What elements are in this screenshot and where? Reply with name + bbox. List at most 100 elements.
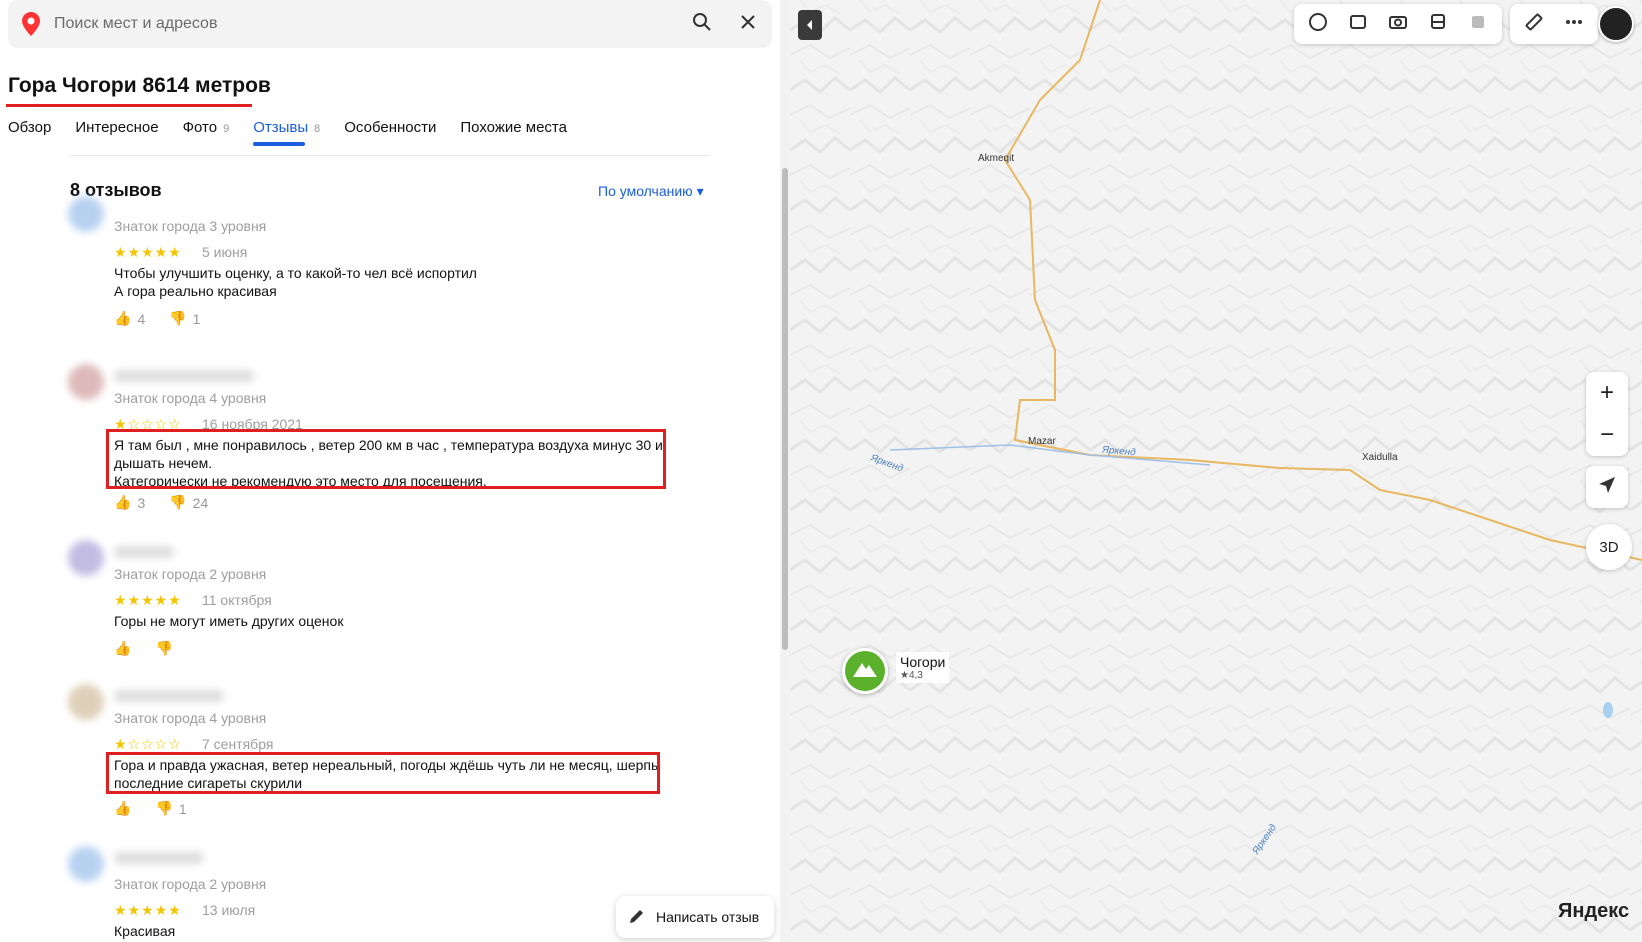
- author-name: [114, 852, 204, 864]
- scrollbar[interactable]: [780, 0, 790, 942]
- transit-button[interactable]: [1418, 4, 1458, 44]
- thumbs-down-icon: 👎: [155, 640, 173, 656]
- like-button[interactable]: 👍: [114, 800, 131, 817]
- dislike-count: 24: [192, 494, 209, 511]
- review-text-line: Красивая: [114, 923, 176, 939]
- divider: [70, 155, 710, 156]
- map-toolbar: [1294, 4, 1598, 44]
- thumbs-up-icon: 👍: [114, 310, 132, 326]
- tools-group: [1510, 4, 1598, 44]
- place-label-akmeqit: Akmeqit: [978, 153, 1015, 164]
- author-level: Знаток города 4 уровня: [114, 390, 267, 406]
- write-review-button[interactable]: Написать отзыв: [616, 896, 774, 938]
- thumbs-up-icon: 👍: [114, 494, 132, 510]
- author-name: [114, 370, 254, 382]
- close-button[interactable]: [732, 8, 764, 40]
- place-label-xaidulla: Xaidulla: [1362, 452, 1398, 463]
- review-item: Знаток города 3 уровня ★★★★★ 5 июня Чтоб…: [68, 196, 768, 348]
- marker-name: Чогори: [900, 654, 946, 670]
- review-date: 7 сентября: [202, 736, 274, 752]
- tab-similar[interactable]: Похожие места: [460, 118, 567, 148]
- like-count: 4: [137, 310, 146, 327]
- like-button[interactable]: 👍 3: [114, 494, 145, 511]
- zoom-in-button[interactable]: +: [1586, 372, 1628, 414]
- pencil-icon: [628, 907, 646, 928]
- votes: 👍 3 👎 24: [114, 494, 208, 511]
- title-underline: [6, 104, 252, 107]
- panorama-button[interactable]: [1338, 4, 1378, 44]
- thumbs-up-icon: 👍: [114, 640, 132, 656]
- zoom-out-button[interactable]: −: [1586, 414, 1628, 456]
- scrollbar-thumb[interactable]: [782, 168, 788, 650]
- tab-photo[interactable]: Фото 9: [183, 118, 230, 148]
- dislike-button[interactable]: 👎 1: [169, 310, 200, 327]
- votes: 👍 👎 1: [114, 800, 187, 817]
- rating-stars: ★★★★★: [114, 902, 182, 918]
- dislike-count: 1: [178, 800, 187, 817]
- tab-label: Особенности: [344, 119, 437, 136]
- map-view[interactable]: Akmeqit Mazar Xaidulla Яркенд Яркенд Ярк…: [790, 0, 1642, 942]
- photos-button[interactable]: [1378, 4, 1418, 44]
- tab-label: Похожие места: [460, 119, 567, 136]
- close-icon: [740, 14, 756, 35]
- ruler-button[interactable]: [1514, 4, 1554, 44]
- votes: 👍 👎: [114, 640, 173, 657]
- collapse-panel-button[interactable]: [798, 10, 822, 40]
- author-name: [114, 546, 174, 558]
- review-text-line: Горы не могут иметь других оценок: [114, 613, 344, 629]
- tab-count: 9: [223, 123, 230, 135]
- layers-group: [1294, 4, 1502, 44]
- locate-button[interactable]: [1586, 466, 1628, 508]
- review-text: Горы не могут иметь других оценок: [114, 612, 674, 630]
- panorama-icon: [1348, 12, 1368, 37]
- tab-label: Интересное: [75, 119, 159, 136]
- user-avatar[interactable]: [1598, 6, 1634, 42]
- like-count: 3: [137, 494, 146, 511]
- bus-icon: [1428, 12, 1448, 37]
- search-button[interactable]: [686, 8, 718, 40]
- marker-rating: ★4,3: [900, 670, 923, 681]
- sort-dropdown[interactable]: По умолчанию ▾: [598, 183, 704, 200]
- tabs: Обзор Интересное Фото 9 Отзывы 8 Особеннос…: [8, 118, 591, 148]
- yandex-logo: Яндекс: [1558, 900, 1630, 922]
- tab-features[interactable]: Особенности: [344, 118, 436, 148]
- search-input[interactable]: [54, 8, 654, 40]
- highlight-box: [106, 429, 666, 489]
- 3d-button[interactable]: 3D: [1586, 524, 1632, 570]
- author-level: Знаток города 3 уровня: [114, 218, 267, 234]
- marker-label[interactable]: Чогори ★4,3: [896, 652, 950, 683]
- dislike-button[interactable]: 👎: [155, 640, 172, 657]
- layers-icon: [1308, 12, 1328, 37]
- votes: 👍 4 👎 1: [114, 310, 200, 327]
- avatar: [68, 364, 104, 400]
- place-marker[interactable]: [842, 648, 888, 694]
- write-review-label: Написать отзыв: [656, 909, 760, 925]
- dislike-button[interactable]: 👎 1: [155, 800, 186, 817]
- tab-label: Обзор: [8, 119, 52, 136]
- chevron-left-icon: [807, 20, 812, 30]
- tab-reviews[interactable]: Отзывы 8: [253, 118, 320, 148]
- like-button[interactable]: 👍: [114, 640, 131, 657]
- review-date: 11 октября: [202, 592, 272, 608]
- avatar: [68, 540, 104, 576]
- rating-stars: ★★★★★: [114, 244, 182, 260]
- traffic-icon: [1468, 12, 1488, 37]
- review-text: Красивая: [114, 922, 674, 940]
- place-panel: Гора Чогори 8614 метров Обзор Интересное…: [0, 0, 790, 942]
- layers-button[interactable]: [1298, 4, 1338, 44]
- review-text-line: А гора реально красивая: [114, 283, 277, 299]
- tab-interesting[interactable]: Интересное: [75, 118, 158, 148]
- review-date: 5 июня: [202, 244, 248, 260]
- traffic-button[interactable]: [1458, 4, 1498, 44]
- zoom-control: + −: [1586, 372, 1628, 456]
- more-icon: [1564, 12, 1584, 37]
- tab-overview[interactable]: Обзор: [8, 118, 51, 148]
- avatar: [68, 684, 104, 720]
- author-level: Знаток города 4 уровня: [114, 710, 267, 726]
- thumbs-down-icon: 👎: [169, 494, 187, 510]
- tab-count: 8: [314, 123, 321, 135]
- dislike-button[interactable]: 👎 24: [169, 494, 208, 511]
- more-button[interactable]: [1554, 4, 1594, 44]
- map-terrain: [790, 0, 1642, 942]
- like-button[interactable]: 👍 4: [114, 310, 145, 327]
